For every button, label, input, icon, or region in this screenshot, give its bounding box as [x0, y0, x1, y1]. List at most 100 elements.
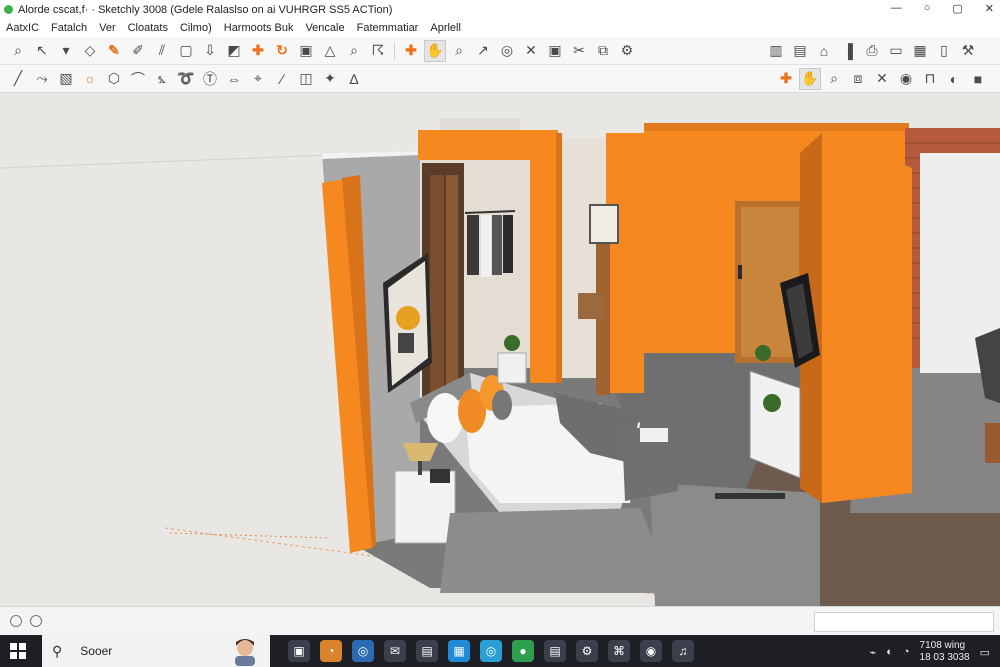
menu-item-1[interactable]: AatxIC [0, 22, 45, 34]
taskbar-search[interactable]: ⚲ Sooer [42, 635, 270, 667]
pin-icon[interactable]: ⌖ [247, 68, 269, 90]
menu-item-3[interactable]: Ver [93, 22, 122, 34]
chrome-app-icon[interactable]: ● [512, 640, 534, 662]
pencil-icon[interactable]: ✎ [103, 40, 125, 62]
avatar[interactable] [222, 636, 268, 666]
tape-icon[interactable]: ∕ [271, 68, 293, 90]
print-icon[interactable]: ⎙ [861, 40, 883, 62]
skype-app-icon[interactable]: ◎ [480, 640, 502, 662]
freehand-icon[interactable]: ⤳ [31, 68, 53, 90]
clock[interactable]: 7108 wing 18 03 3038 [920, 640, 970, 664]
dimension-icon[interactable]: ⇔ [223, 68, 245, 90]
rectangle-icon[interactable]: ▧ [55, 68, 77, 90]
chart-icon[interactable]: ▐ [837, 40, 859, 62]
files-app-icon[interactable]: ▤ [416, 640, 438, 662]
arc-icon[interactable]: ⌒ [127, 68, 149, 90]
cross-tool-icon[interactable]: ✕ [871, 68, 893, 90]
clock-time: 7108 wing [919, 640, 966, 651]
axes-icon[interactable]: ✦ [319, 68, 341, 90]
walk-icon[interactable]: ∆ [343, 68, 365, 90]
stand-icon[interactable]: ⊓ [919, 68, 941, 90]
zoom-extents-icon[interactable]: ⧈ [847, 68, 869, 90]
box-icon[interactable]: ▢ [175, 40, 197, 62]
notes-app-icon[interactable]: ▤ [544, 640, 566, 662]
close-button[interactable]: ✕ [985, 2, 994, 15]
doc-icon[interactable]: ▭ [885, 40, 907, 62]
measurements-box[interactable] [814, 612, 994, 632]
minimize-button[interactable]: — [891, 2, 902, 15]
sphere-icon[interactable]: ◐ [943, 68, 965, 90]
folder-icon[interactable]: ▦ [909, 40, 931, 62]
search-icon[interactable]: ⌕ [7, 40, 29, 62]
follow-me-icon[interactable]: ➰ [175, 68, 197, 90]
info-icon[interactable] [10, 615, 22, 627]
layers-icon[interactable]: ⧉ [592, 40, 614, 62]
wifi-icon[interactable]: ◔ [903, 646, 910, 658]
store-app-icon[interactable]: ▦ [448, 640, 470, 662]
notifications-icon[interactable]: ▭ [980, 646, 990, 659]
menu-item-6[interactable]: Harmoots Buk [218, 22, 300, 34]
move-icon[interactable]: ✚ [247, 40, 269, 62]
page-icon[interactable]: ▤ [789, 40, 811, 62]
settings-icon[interactable]: ⚙ [616, 40, 638, 62]
menu-item-2[interactable]: Fatalch [45, 22, 93, 34]
zoom-window-icon[interactable]: ⌕ [823, 68, 845, 90]
hatch-icon[interactable]: ⫽ [151, 40, 173, 62]
drawing-toolbar: ╱ ⤳ ▧ ○ ⬡ ⌒ ⦩ ➰ Ⓣ ⇔ ⌖ ∕ ◫ ✦ ∆ ✚ ✋ ⌕ ⧈ ✕ ◉ ⊓ ◐ ■ [0, 65, 1000, 93]
menu-item-8[interactable]: Fatemmatiar [351, 22, 425, 34]
network-icon[interactable]: ⌁ [870, 646, 877, 659]
zoom-icon[interactable]: ⌕ [343, 40, 365, 62]
camera-icon[interactable]: ▣ [544, 40, 566, 62]
plant-icon [763, 394, 781, 412]
menu-item-9[interactable]: Aprlell [424, 22, 467, 34]
stop-icon[interactable]: ■ [967, 68, 989, 90]
close-tool-icon[interactable]: ✕ [520, 40, 542, 62]
file-icon[interactable]: ▯ [933, 40, 955, 62]
pushpull-icon[interactable]: ⇩ [199, 40, 221, 62]
model-viewport[interactable] [0, 93, 1000, 606]
edge-app-icon[interactable]: ◔ [320, 640, 342, 662]
start-button[interactable] [10, 643, 26, 659]
network-app-icon[interactable]: ⌘ [608, 640, 630, 662]
photos-app-icon[interactable]: ▣ [288, 640, 310, 662]
offset-icon[interactable]: △ [319, 40, 341, 62]
menu-item-4[interactable]: Cloatats [122, 22, 174, 34]
circle-icon[interactable]: ○ [79, 68, 101, 90]
hand-icon[interactable]: ✋ [424, 39, 446, 62]
browser-app-icon[interactable]: ◎ [352, 640, 374, 662]
protractor-icon[interactable]: ⦩ [151, 68, 173, 90]
house-icon[interactable]: ⌂ [813, 40, 835, 62]
line-icon[interactable]: ╱ [7, 68, 29, 90]
music-app-icon[interactable]: ♫ [672, 640, 694, 662]
shapes-icon[interactable]: ◩ [223, 40, 245, 62]
eraser-icon[interactable]: ◇ [79, 40, 101, 62]
lookaround-icon[interactable]: ◉ [895, 68, 917, 90]
measure-icon[interactable]: ↗ [472, 40, 494, 62]
orange-cross-icon[interactable]: ✚ [775, 68, 797, 90]
pin-button[interactable]: ○ [924, 2, 931, 15]
pan-hand-icon[interactable]: ✋ [799, 67, 821, 90]
magnify-icon[interactable]: ⌕ [448, 40, 470, 62]
orbit-icon[interactable]: ☈ [367, 40, 389, 62]
text-icon[interactable]: Ⓣ [199, 68, 221, 90]
menu-item-5[interactable]: Cilmo) [174, 22, 218, 34]
component-icon[interactable]: ▥ [765, 40, 787, 62]
menu-item-7[interactable]: Vencale [299, 22, 350, 34]
dropdown-icon[interactable]: ▾ [55, 40, 77, 62]
volume-icon[interactable]: ◐ [886, 646, 893, 658]
section-icon[interactable]: ◫ [295, 68, 317, 90]
cut-icon[interactable]: ✂ [568, 40, 590, 62]
tools-icon[interactable]: ⚒ [957, 40, 979, 62]
help-icon[interactable] [30, 615, 42, 627]
maximize-button[interactable]: ▢ [952, 2, 962, 15]
target-icon[interactable]: ◎ [496, 40, 518, 62]
select-icon[interactable]: ↖ [31, 40, 53, 62]
paint-icon[interactable]: ✐ [127, 40, 149, 62]
polygon-icon[interactable]: ⬡ [103, 68, 125, 90]
pan-cross-icon[interactable]: ✚ [400, 40, 422, 62]
rotate-icon[interactable]: ↻ [271, 40, 293, 62]
scale-icon[interactable]: ▣ [295, 40, 317, 62]
maps-app-icon[interactable]: ◉ [640, 640, 662, 662]
settings-app-icon[interactable]: ⚙ [576, 640, 598, 662]
mail-app-icon[interactable]: ✉ [384, 640, 406, 662]
